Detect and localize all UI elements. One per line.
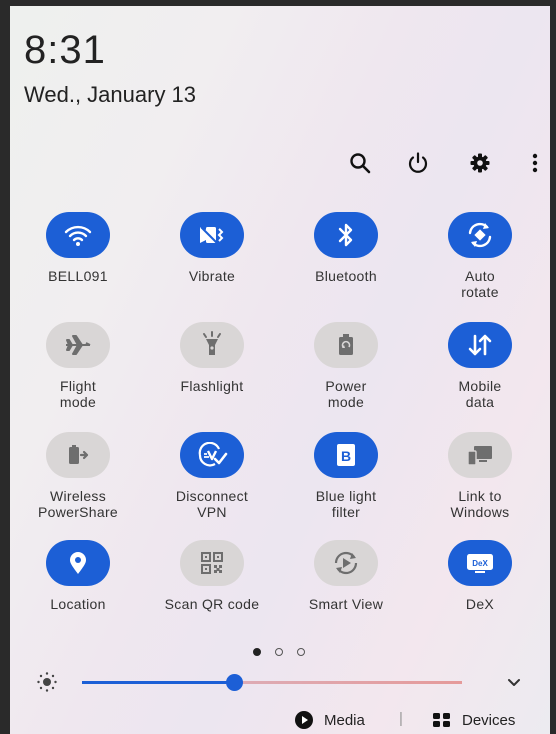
date: Wed., January 13 <box>24 82 197 107</box>
tile-flight-mode[interactable]: Flight mode <box>18 322 138 410</box>
auto-rotate-icon <box>448 212 512 258</box>
tile-power-mode[interactable]: Power mode <box>286 322 406 410</box>
tile-vpn[interactable]: Disconnect VPN <box>152 432 272 520</box>
brightness-fill <box>82 681 234 684</box>
tile-label-blue-light-filter: Blue light filter <box>315 488 377 520</box>
smart-view-icon <box>314 540 378 586</box>
tile-label-auto-rotate: Auto rotate <box>461 268 499 300</box>
tile-wireless-powershare[interactable]: Wireless PowerShare <box>18 432 138 520</box>
tile-label-bluetooth: Bluetooth <box>315 268 377 284</box>
tile-vibrate[interactable]: Vibrate <box>152 212 272 284</box>
flashlight-icon <box>180 322 244 368</box>
tile-label-flashlight: Flashlight <box>180 378 244 394</box>
devices-button[interactable]: Devices <box>432 710 515 730</box>
tile-label-dex: DeX <box>465 596 495 612</box>
brightness-slider[interactable] <box>82 674 462 691</box>
tile-scan-qr-code[interactable]: Scan QR code <box>152 540 272 612</box>
tile-smart-view[interactable]: Smart View <box>286 540 406 612</box>
wireless-powershare-icon <box>46 432 110 478</box>
tile-label-vpn: Disconnect VPN <box>175 488 249 520</box>
page-dot-2[interactable] <box>275 648 283 656</box>
tile-label-power-mode: Power mode <box>325 378 367 410</box>
gear-icon[interactable] <box>465 148 495 178</box>
brightness-row <box>10 666 550 696</box>
link-to-windows-icon <box>448 432 512 478</box>
chevron-down-icon[interactable] <box>504 672 524 692</box>
page-indicator <box>10 646 550 660</box>
play-icon <box>295 711 313 729</box>
devices-label: Devices <box>462 711 516 729</box>
quick-panel-toolbar <box>10 148 550 178</box>
svg-text:B: B <box>341 448 351 464</box>
tile-link-to-windows[interactable]: Link to Windows <box>420 432 540 520</box>
tile-label-link-to-windows: Link to Windows <box>450 488 510 520</box>
mobile-data-icon <box>448 322 512 368</box>
tile-wifi[interactable]: BELL091 <box>18 212 138 284</box>
tile-label-location: Location <box>50 596 106 612</box>
brightness-icon <box>36 671 58 693</box>
vibrate-icon <box>180 212 244 258</box>
media-label: Media <box>324 711 365 729</box>
qr-code-icon <box>180 540 244 586</box>
tile-label-wireless-powershare: Wireless PowerShare <box>37 488 119 520</box>
airplane-icon <box>46 322 110 368</box>
bottom-bar: Media | Devices <box>10 706 550 734</box>
tile-bluetooth[interactable]: Bluetooth <box>286 212 406 284</box>
tile-dex[interactable]: DeX DeX <box>420 540 540 612</box>
tile-location[interactable]: Location <box>18 540 138 612</box>
more-vertical-icon[interactable] <box>520 148 550 178</box>
wifi-icon <box>46 212 110 258</box>
location-icon <box>46 540 110 586</box>
clock: 8:31 <box>24 28 106 72</box>
blue-light-filter-icon: B <box>314 432 378 478</box>
tile-label-scan-qr-code: Scan QR code <box>164 596 260 612</box>
tile-label-smart-view: Smart View <box>308 596 384 612</box>
bluetooth-icon <box>314 212 378 258</box>
tile-mobile-data[interactable]: Mobile data <box>420 322 540 410</box>
bottom-separator: | <box>399 710 403 727</box>
tile-auto-rotate[interactable]: Auto rotate <box>420 212 540 300</box>
tile-flashlight[interactable]: Flashlight <box>152 322 272 394</box>
dex-icon: DeX <box>448 540 512 586</box>
tile-blue-light-filter[interactable]: B Blue light filter <box>286 432 406 520</box>
power-mode-icon <box>314 322 378 368</box>
brightness-thumb[interactable] <box>226 674 243 691</box>
page-dot-1[interactable] <box>253 648 261 656</box>
devices-icon <box>433 713 450 727</box>
power-icon[interactable] <box>403 148 433 178</box>
svg-text:DeX: DeX <box>472 559 488 568</box>
search-icon[interactable] <box>345 148 375 178</box>
tile-label-mobile-data: Mobile data <box>458 378 502 410</box>
media-button[interactable]: Media <box>294 710 365 730</box>
tile-label-wifi: BELL091 <box>48 268 108 284</box>
page-dot-3[interactable] <box>297 648 305 656</box>
tile-label-flight-mode: Flight mode <box>59 378 97 410</box>
tile-label-vibrate: Vibrate <box>188 268 236 284</box>
quick-settings-panel: 8:31 Wed., January 13 BELL091 Vibrate Bl… <box>10 6 550 734</box>
vpn-icon <box>180 432 244 478</box>
